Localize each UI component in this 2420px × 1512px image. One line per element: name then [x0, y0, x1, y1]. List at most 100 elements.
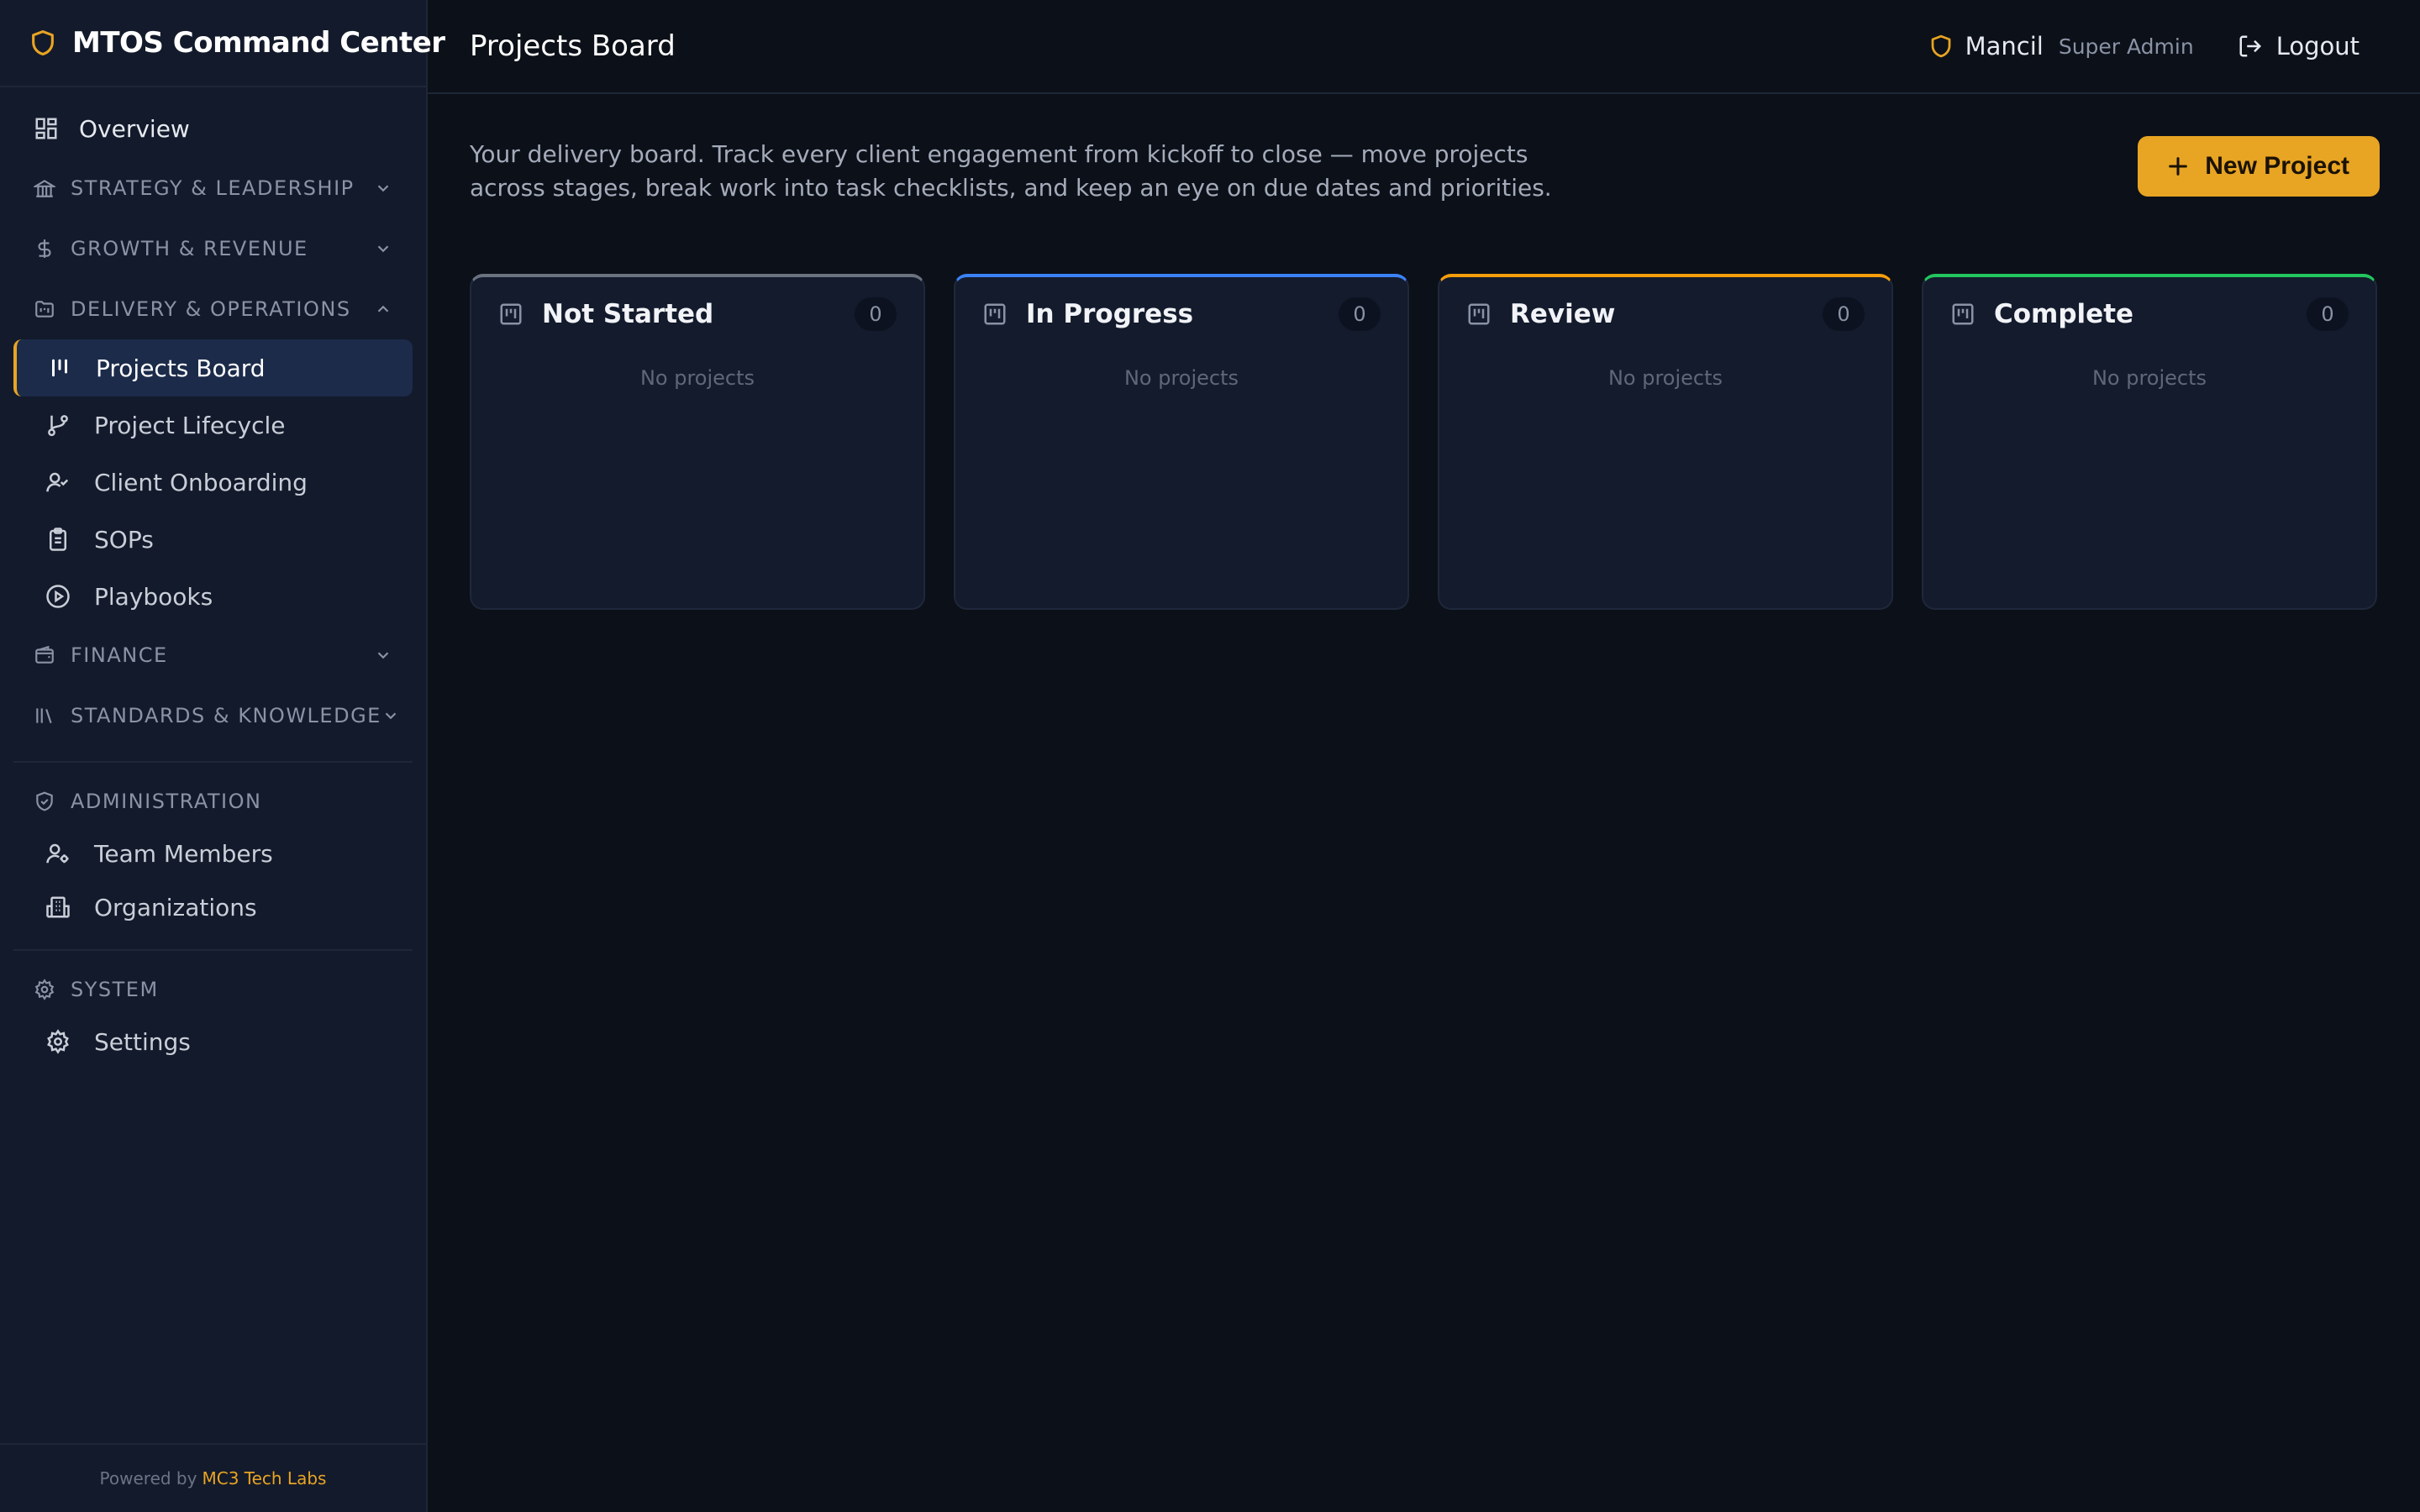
- section-system: SYSTEM: [13, 968, 413, 1011]
- column-title: In Progress: [1026, 299, 1194, 329]
- user-menu[interactable]: Mancil Super Admin: [1928, 32, 2194, 60]
- user-role: Super Admin: [2058, 34, 2194, 59]
- column-complete[interactable]: Complete 0 No projects: [1922, 274, 2377, 610]
- sidebar-item-sops[interactable]: SOPs: [13, 511, 413, 568]
- section-label: STANDARDS & KNOWLEDGE: [71, 704, 381, 727]
- sidebar-footer: Powered by MC3 Tech Labs: [0, 1443, 426, 1512]
- folder-kanban-icon: [35, 301, 54, 318]
- shield-check-icon: [36, 791, 53, 811]
- sidebar-item-organizations[interactable]: Organizations: [13, 880, 413, 934]
- chevron-up-icon: [377, 305, 389, 312]
- chevron-down-icon: [377, 652, 389, 659]
- sidebar-item-label: Settings: [94, 1027, 191, 1056]
- topbar: Projects Board Mancil Super Admin Logout: [428, 0, 2420, 94]
- kanban-square-icon: [984, 303, 1006, 325]
- page-title: Projects Board: [470, 29, 676, 63]
- wallet-icon: [35, 645, 54, 664]
- dollar-icon: [38, 239, 51, 258]
- column-title: Not Started: [542, 299, 714, 329]
- section-label: ADMINISTRATION: [71, 790, 262, 813]
- divider: [13, 949, 413, 951]
- column-count-badge: 0: [855, 297, 897, 331]
- divider: [13, 761, 413, 763]
- sidebar-item-label: Organizations: [94, 893, 257, 921]
- column-count-badge: 0: [2307, 297, 2349, 331]
- column-in-progress[interactable]: In Progress 0 No projects: [954, 274, 1409, 610]
- sidebar-item-label: SOPs: [94, 525, 154, 554]
- section-label: DELIVERY & OPERATIONS: [71, 297, 351, 321]
- empty-state: No projects: [2091, 366, 2207, 390]
- sidebar-item-label: Playbooks: [94, 582, 213, 611]
- landmark-icon: [34, 180, 55, 197]
- chevron-down-icon: [385, 712, 397, 720]
- section-delivery[interactable]: DELIVERY & OPERATIONS: [13, 279, 413, 339]
- section-label: FINANCE: [71, 643, 168, 667]
- sidebar-item-projects-board[interactable]: Projects Board: [13, 339, 413, 396]
- clipboard-list-icon: [50, 528, 66, 551]
- dashboard-icon: [35, 118, 57, 139]
- empty-state: No projects: [1123, 366, 1239, 390]
- section-growth[interactable]: GROWTH & REVENUE: [13, 218, 413, 279]
- footer-link[interactable]: MC3 Tech Labs: [202, 1468, 326, 1488]
- column-count-badge: 0: [1339, 297, 1381, 331]
- column-title: Review: [1510, 299, 1616, 329]
- user-cog-icon: [46, 843, 69, 864]
- shield-icon: [32, 29, 54, 56]
- building-icon: [46, 896, 70, 918]
- library-icon: [36, 708, 52, 724]
- section-finance[interactable]: FINANCE: [13, 625, 413, 685]
- empty-state: No projects: [1607, 366, 1723, 390]
- app-title: MTOS Command Center: [72, 26, 445, 60]
- plus-icon: [2169, 157, 2188, 176]
- column-header: In Progress 0: [955, 277, 1407, 351]
- logout-button[interactable]: Logout: [2238, 32, 2360, 60]
- sidebar: MTOS Command Center Overview STRATEGY & …: [0, 0, 445, 1512]
- section-administration: ADMINISTRATION: [13, 780, 413, 823]
- brand[interactable]: MTOS Command Center: [0, 0, 445, 87]
- column-header: Not Started 0: [471, 277, 923, 351]
- user-check-icon: [46, 472, 69, 492]
- sidebar-item-label: Team Members: [94, 839, 273, 868]
- sidebar-nav: Overview STRATEGY & LEADERSHIP GROWTH & …: [0, 87, 426, 1068]
- column-header: Review 0: [1439, 277, 1891, 351]
- footer-prefix: Powered by: [99, 1468, 197, 1488]
- kanban-square-icon: [1468, 303, 1490, 325]
- sidebar-item-playbooks[interactable]: Playbooks: [13, 568, 413, 625]
- shield-icon: [1931, 34, 1950, 58]
- gear-icon: [47, 1029, 69, 1054]
- column-count-badge: 0: [1823, 297, 1865, 331]
- intro-row: Your delivery board. Track every client …: [470, 136, 2380, 228]
- new-project-label: New Project: [2205, 152, 2349, 180]
- sidebar-item-label: Overview: [79, 114, 190, 143]
- user-name: Mancil: [1965, 32, 2044, 60]
- page-description: Your delivery board. Track every client …: [470, 140, 1552, 202]
- column-review[interactable]: Review 0 No projects: [1438, 274, 1893, 610]
- main-content: Projects Board Mancil Super Admin Logout…: [428, 0, 2420, 1512]
- sidebar-item-client-onboarding[interactable]: Client Onboarding: [13, 454, 413, 511]
- section-label: GROWTH & REVENUE: [71, 237, 308, 260]
- section-label: STRATEGY & LEADERSHIP: [71, 176, 355, 200]
- new-project-button[interactable]: New Project: [2138, 136, 2380, 197]
- column-not-started[interactable]: Not Started 0 No projects: [470, 274, 925, 610]
- chevron-down-icon: [377, 185, 389, 192]
- board-content: Your delivery board. Track every client …: [428, 94, 2420, 610]
- column-title: Complete: [1994, 299, 2134, 329]
- column-header: Complete 0: [1923, 277, 2375, 351]
- sidebar-item-overview[interactable]: Overview: [13, 99, 413, 158]
- git-branch-icon: [48, 415, 68, 437]
- sidebar-item-project-lifecycle[interactable]: Project Lifecycle: [13, 396, 413, 454]
- section-label: SYSTEM: [71, 978, 159, 1001]
- chevron-down-icon: [377, 245, 389, 253]
- sidebar-item-settings[interactable]: Settings: [13, 1015, 413, 1068]
- sidebar-item-label: Client Onboarding: [94, 468, 308, 496]
- kanban-icon: [52, 359, 67, 377]
- gear-icon: [34, 979, 55, 1000]
- sidebar-item-label: Projects Board: [96, 354, 266, 382]
- section-strategy[interactable]: STRATEGY & LEADERSHIP: [13, 158, 413, 218]
- sidebar-item-label: Project Lifecycle: [94, 411, 286, 439]
- logout-icon: [2239, 35, 2261, 57]
- empty-state: No projects: [639, 366, 755, 390]
- section-standards[interactable]: STANDARDS & KNOWLEDGE: [13, 685, 413, 746]
- logout-label: Logout: [2275, 32, 2360, 60]
- sidebar-item-team-members[interactable]: Team Members: [13, 827, 413, 880]
